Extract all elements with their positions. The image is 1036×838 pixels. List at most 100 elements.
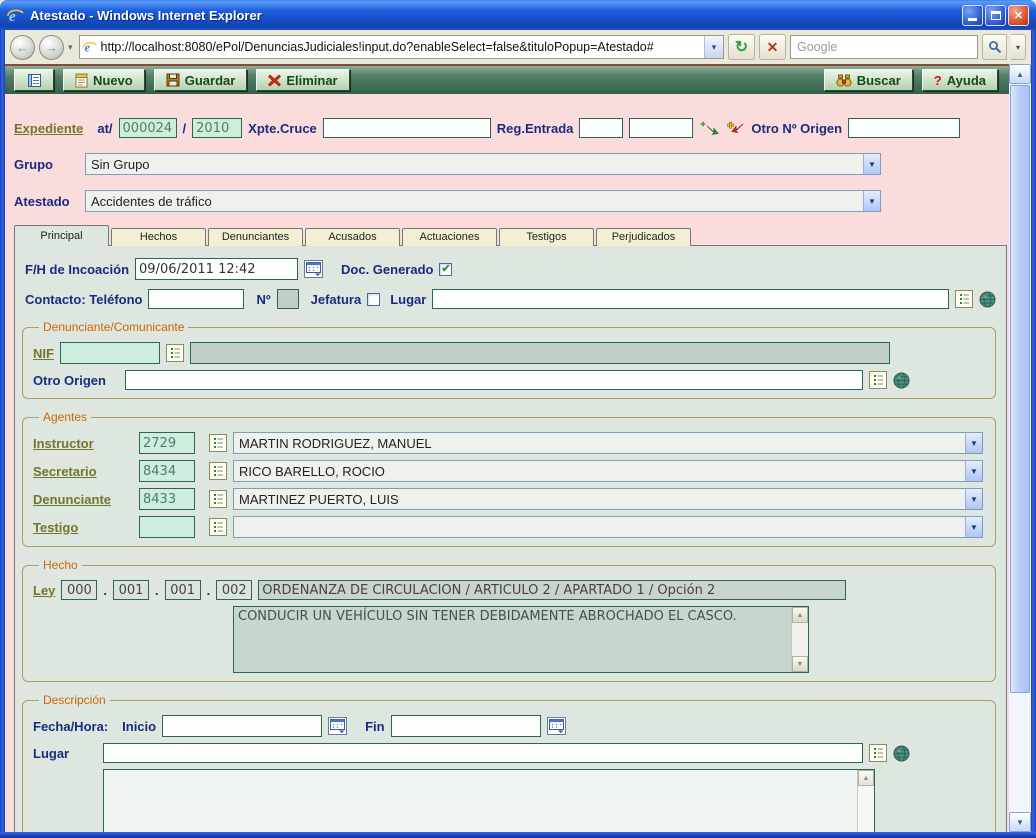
denuncia-scrollbar[interactable]: ▲ ▼ [857, 770, 874, 832]
tab-testigos[interactable]: Testigos [499, 228, 594, 246]
expediente-number-input[interactable] [119, 118, 177, 138]
agentes-legend: Agentes [39, 410, 91, 424]
search-button[interactable] [982, 34, 1007, 60]
search-input[interactable] [791, 40, 977, 54]
lugar-list-button[interactable] [955, 290, 973, 308]
tab-acusados[interactable]: Acusados [305, 228, 400, 246]
expediente-link[interactable]: Expediente [14, 121, 83, 136]
tab-perjudicados[interactable]: Perjudicados [596, 228, 691, 246]
otro-num-origen-input[interactable] [848, 118, 960, 138]
denuncia-textarea[interactable] [104, 770, 874, 832]
inicio-input[interactable] [162, 715, 322, 737]
ley-link[interactable]: Ley [33, 583, 55, 598]
jefatura-checkbox[interactable] [367, 293, 380, 306]
page-ie-icon: e [83, 40, 97, 54]
doc-generado-checkbox[interactable]: ✔ [439, 263, 452, 276]
denunciante-select[interactable]: MARTINEZ PUERTO, LUIS ▼ [233, 488, 983, 510]
contacto-telefono-label: Contacto: Teléfono [25, 292, 142, 307]
inicio-calendar-button[interactable] [328, 717, 347, 735]
xpte-cruce-input[interactable] [323, 118, 491, 138]
secretario-select[interactable]: RICO BARELLO, ROCIO ▼ [233, 460, 983, 482]
fh-incoacion-input[interactable] [135, 258, 298, 280]
otro-origen-input[interactable] [125, 370, 863, 390]
ley-code-2-input[interactable] [113, 580, 149, 600]
nif-list-button[interactable] [166, 344, 184, 362]
tab-principal[interactable]: Principal [14, 225, 109, 246]
otro-origen-list-button[interactable] [869, 371, 887, 389]
lugar-input[interactable] [432, 289, 949, 309]
denunciante-name: MARTINEZ PUERTO, LUIS [234, 492, 965, 507]
tab-actuaciones[interactable]: Actuaciones [402, 228, 497, 246]
dissociate-expediente-icon[interactable] [725, 120, 745, 137]
secretario-link[interactable]: Secretario [33, 464, 133, 479]
instructor-code-input[interactable] [139, 432, 195, 454]
ley-code-4-input[interactable] [216, 580, 252, 600]
testigo-list-button[interactable] [209, 518, 227, 536]
search-options-button[interactable]: ▾ [1011, 34, 1026, 60]
tab-hechos[interactable]: Hechos [111, 228, 206, 246]
window-border-right [1031, 30, 1036, 838]
scrollbar-thumb[interactable] [1010, 85, 1030, 693]
reg-entrada-input-1[interactable] [579, 118, 623, 138]
eliminar-button[interactable]: Eliminar [256, 69, 349, 91]
lugar-descripcion-input[interactable] [103, 743, 863, 763]
testigo-code-input[interactable] [139, 516, 195, 538]
forward-button[interactable]: → [39, 35, 64, 60]
secretario-list-button[interactable] [209, 462, 227, 480]
grupo-select[interactable]: Sin Grupo ▼ [85, 153, 881, 175]
lugar-descripcion-list-button[interactable] [869, 744, 887, 762]
report-button[interactable] [14, 69, 54, 91]
fh-calendar-button[interactable] [304, 260, 323, 278]
ley-code-1-input[interactable] [61, 580, 97, 600]
refresh-button[interactable]: ↻ [728, 34, 755, 60]
scroll-up-icon[interactable]: ▲ [792, 607, 808, 623]
new-document-icon [75, 73, 88, 88]
nif-input[interactable] [60, 342, 160, 364]
globe-icon[interactable] [893, 745, 910, 762]
scrollbar-up-button[interactable]: ▲ [1009, 64, 1031, 84]
ley-code-3-input[interactable] [165, 580, 201, 600]
atestado-row: Atestado Accidentes de tráfico ▼ [14, 190, 1009, 212]
atestado-select[interactable]: Accidentes de tráfico ▼ [85, 190, 881, 212]
address-dropdown-button[interactable]: ▾ [704, 36, 723, 58]
minimize-button[interactable] [962, 5, 983, 26]
instructor-link[interactable]: Instructor [33, 436, 133, 451]
instructor-list-button[interactable] [209, 434, 227, 452]
fin-input[interactable] [391, 715, 541, 737]
fin-calendar-button[interactable] [547, 717, 566, 735]
denunciante-list-button[interactable] [209, 490, 227, 508]
stop-button[interactable]: ✕ [759, 34, 786, 60]
vertical-scrollbar[interactable]: ▲ ▼ [1009, 64, 1031, 832]
scroll-down-icon[interactable]: ▼ [792, 656, 808, 672]
close-button[interactable]: ✕ [1008, 5, 1029, 26]
maximize-button[interactable] [985, 5, 1006, 26]
guardar-button[interactable]: Guardar [154, 69, 248, 91]
instructor-select[interactable]: MARTIN RODRIGUEZ, MANUEL ▼ [233, 432, 983, 454]
reg-entrada-input-2[interactable] [629, 118, 693, 138]
associate-expediente-icon[interactable] [699, 120, 719, 137]
list-icon [212, 521, 224, 533]
secretario-code-input[interactable] [139, 460, 195, 482]
url-input[interactable] [101, 40, 704, 54]
globe-icon[interactable] [893, 372, 910, 389]
buscar-button[interactable]: Buscar [824, 69, 913, 91]
denunciante-link[interactable]: Denunciante [33, 492, 133, 507]
lugar-label: Lugar [33, 746, 97, 761]
expediente-year-input[interactable] [192, 118, 242, 138]
history-dropdown-icon[interactable]: ▾ [68, 42, 73, 53]
scrollbar-down-button[interactable]: ▼ [1009, 812, 1031, 832]
globe-icon[interactable] [979, 291, 996, 308]
back-button[interactable]: ← [10, 35, 35, 60]
hecho-scrollbar[interactable]: ▲ ▼ [791, 607, 808, 672]
telefono-input[interactable] [148, 289, 244, 309]
testigo-link[interactable]: Testigo [33, 520, 133, 535]
scroll-up-icon[interactable]: ▲ [858, 770, 874, 786]
search-icon [988, 40, 1002, 54]
tab-denunciantes[interactable]: Denunciantes [208, 228, 303, 246]
nif-link[interactable]: NIF [33, 346, 54, 361]
back-icon: ← [16, 40, 29, 55]
denunciante-code-input[interactable] [139, 488, 195, 510]
nuevo-button[interactable]: Nuevo [63, 69, 145, 91]
ayuda-button[interactable]: ? Ayuda [922, 69, 998, 91]
testigo-select[interactable]: ▼ [233, 516, 983, 538]
